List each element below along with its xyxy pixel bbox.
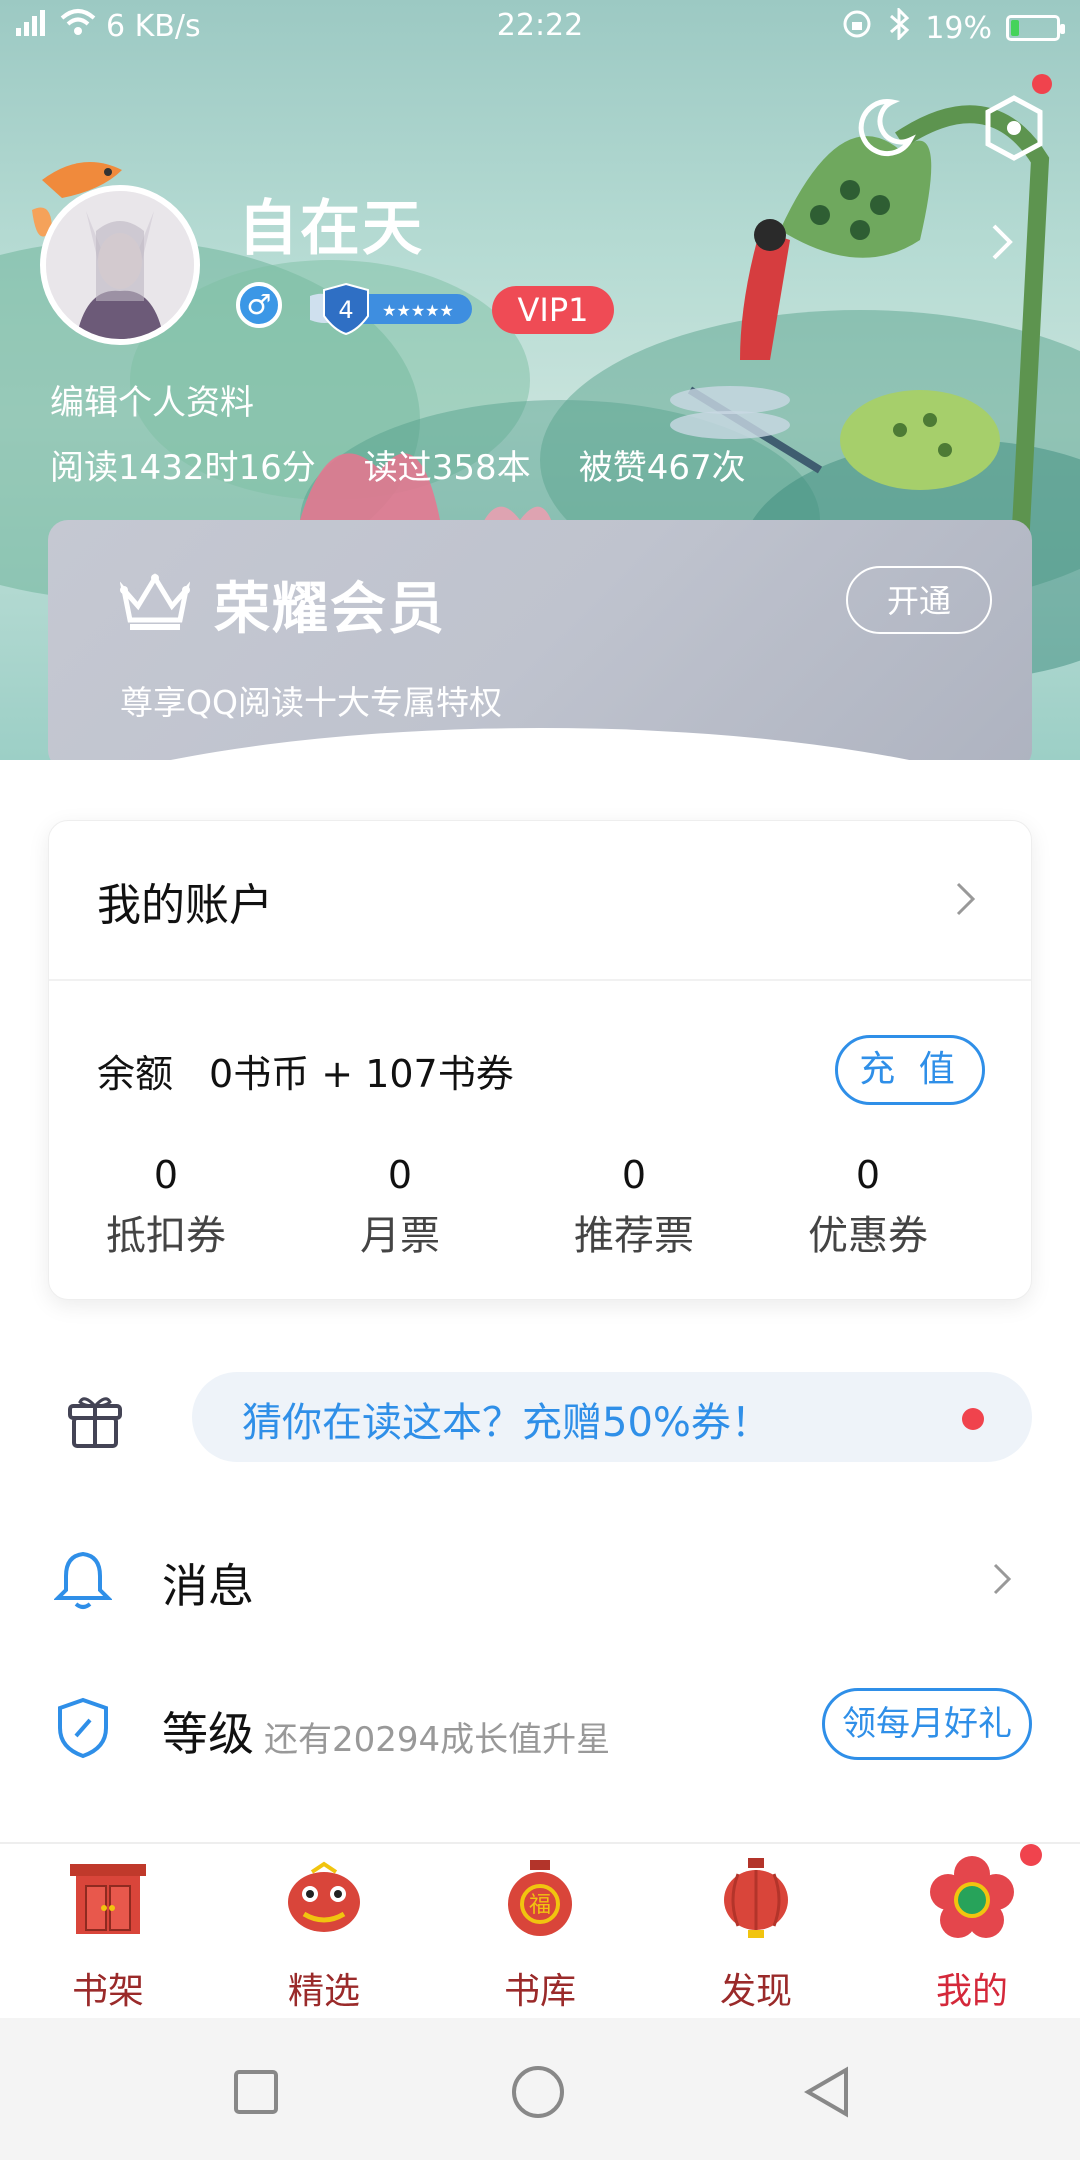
ticket-count: 0 bbox=[153, 1153, 179, 1197]
back-button[interactable] bbox=[800, 2064, 856, 2120]
chevron-right-icon bbox=[993, 1563, 1012, 1595]
edit-profile-link[interactable]: 编辑个人资料 bbox=[50, 375, 254, 424]
svg-text:★★★★★: ★★★★★ bbox=[382, 301, 454, 320]
level-label: 等级 bbox=[162, 1707, 254, 1761]
tab-label: 书库 bbox=[503, 1971, 576, 2012]
tab-label: 精选 bbox=[287, 1971, 360, 2012]
membership-title: 荣耀会员 bbox=[214, 577, 446, 642]
read-time: 阅读1432时16分 bbox=[50, 448, 316, 488]
promo-banner[interactable]: 猜你在读这本？充赠50%券！ bbox=[192, 1372, 1032, 1462]
books-read: 读过358本 bbox=[363, 448, 531, 488]
monthly-gift-button[interactable]: 领每月好礼 bbox=[822, 1688, 1032, 1760]
promo-notification-dot bbox=[962, 1408, 984, 1430]
ticket-deduction[interactable]: 0 抵扣券 bbox=[49, 1153, 283, 1261]
ticket-coupon[interactable]: 0 优惠券 bbox=[751, 1153, 985, 1261]
night-mode-icon[interactable] bbox=[852, 96, 916, 160]
balance-label: 余额 bbox=[97, 1052, 174, 1096]
chevron-right-icon[interactable] bbox=[990, 222, 1014, 262]
lock-rotation-icon bbox=[841, 8, 873, 48]
tab-library[interactable]: 福 书库 bbox=[432, 1844, 648, 2020]
recent-apps-button[interactable] bbox=[228, 2064, 284, 2120]
reading-stats: 阅读1432时16分 读过358本 被赞467次 bbox=[50, 440, 794, 489]
chevron-right-icon[interactable] bbox=[955, 881, 977, 917]
lantern-bag-icon: 福 bbox=[508, 1860, 572, 1936]
recharge-button[interactable]: 充 值 bbox=[835, 1035, 985, 1105]
balance-row: 余额 0书币 + 107书券 bbox=[97, 1043, 514, 1098]
username[interactable]: 自在天 bbox=[238, 180, 424, 267]
bottom-tab-bar: 书架 精选 福 书库 发现 我的 bbox=[0, 1842, 1080, 2020]
system-navigation-bar bbox=[0, 2018, 1080, 2160]
ticket-label: 推荐票 bbox=[574, 1213, 694, 1259]
tab-label: 书架 bbox=[71, 1971, 144, 2012]
settings-notification-dot bbox=[1032, 74, 1052, 94]
door-icon bbox=[70, 1864, 146, 1934]
ticket-label: 优惠券 bbox=[808, 1213, 928, 1259]
membership-subtitle: 尊享QQ阅读十大专属特权 bbox=[120, 683, 502, 722]
flower-icon bbox=[930, 1856, 1014, 1938]
messages-row[interactable]: 消息 bbox=[0, 1518, 1080, 1638]
crown-icon bbox=[120, 573, 190, 630]
avatar-image bbox=[46, 191, 194, 339]
tab-discover[interactable]: 发现 bbox=[648, 1844, 864, 2020]
messages-label: 消息 bbox=[162, 1559, 254, 1613]
tab-mine[interactable]: 我的 bbox=[864, 1844, 1080, 2020]
vip-badge[interactable]: VIP1 bbox=[492, 286, 614, 334]
battery-icon bbox=[1006, 15, 1065, 41]
profile-header: 6 KB/s 22:22 19% 自在天 ♂ 4 ★★★★★ VIP1 编辑个人… bbox=[0, 0, 1080, 760]
ticket-count: 0 bbox=[621, 1153, 647, 1197]
settings-icon[interactable] bbox=[982, 94, 1046, 162]
tab-featured[interactable]: 精选 bbox=[216, 1844, 432, 2020]
account-title[interactable]: 我的账户 bbox=[97, 869, 273, 933]
ticket-recommend[interactable]: 0 推荐票 bbox=[517, 1153, 751, 1261]
male-gender-icon: ♂ bbox=[236, 282, 282, 328]
gift-icon[interactable] bbox=[66, 1392, 124, 1448]
bluetooth-icon bbox=[887, 6, 911, 48]
lion-icon bbox=[288, 1861, 360, 1932]
bell-icon bbox=[54, 1551, 112, 1609]
svg-text:4: 4 bbox=[338, 296, 353, 324]
lantern-icon bbox=[724, 1858, 788, 1938]
ticket-count: 0 bbox=[855, 1153, 881, 1197]
ticket-label: 抵扣券 bbox=[106, 1213, 226, 1259]
svg-text:福: 福 bbox=[529, 1893, 551, 1918]
battery-percent: 19% bbox=[925, 10, 992, 46]
membership-card[interactable]: 荣耀会员 尊享QQ阅读十大专属特权 开通 bbox=[48, 520, 1032, 760]
avatar[interactable] bbox=[40, 185, 200, 345]
tab-label: 我的 bbox=[935, 1971, 1008, 2012]
open-membership-button[interactable]: 开通 bbox=[846, 566, 992, 634]
ticket-label: 月票 bbox=[360, 1213, 440, 1259]
level-badge[interactable]: 4 ★★★★★ bbox=[306, 280, 476, 336]
shield-icon bbox=[58, 1697, 108, 1759]
ticket-monthly[interactable]: 0 月票 bbox=[283, 1153, 517, 1261]
account-card: 我的账户 余额 0书币 + 107书券 充 值 0 抵扣券 0 月票 0 推荐票 … bbox=[48, 820, 1032, 1300]
home-button[interactable] bbox=[510, 2064, 566, 2120]
tab-bookshelf[interactable]: 书架 bbox=[0, 1844, 216, 2020]
status-bar: 6 KB/s 22:22 19% bbox=[0, 0, 1080, 56]
level-hint: 还有20294成长值升星 bbox=[264, 1720, 611, 1760]
ticket-count: 0 bbox=[387, 1153, 413, 1197]
divider bbox=[49, 979, 1031, 981]
tab-notification-dot bbox=[1020, 1844, 1042, 1866]
balance-value: 0书币 + 107书券 bbox=[209, 1052, 514, 1096]
tab-label: 发现 bbox=[719, 1971, 792, 2012]
level-row[interactable]: 等级 还有20294成长值升星 领每月好礼 bbox=[0, 1666, 1080, 1786]
likes-count: 被赞467次 bbox=[578, 448, 746, 488]
promo-text: 猜你在读这本？充赠50%券！ bbox=[242, 1400, 771, 1446]
tickets-row: 0 抵扣券 0 月票 0 推荐票 0 优惠券 bbox=[49, 1153, 1031, 1261]
